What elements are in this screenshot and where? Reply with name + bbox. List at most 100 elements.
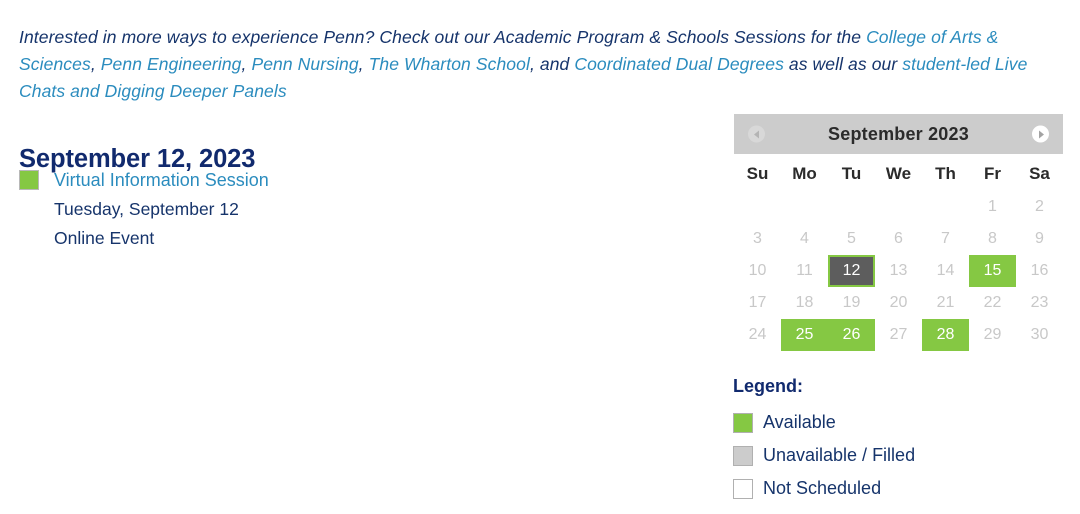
calendar-day-25[interactable]: 25: [781, 319, 828, 351]
calendar-day-label: 22: [983, 294, 1002, 311]
calendar-day-label: 12: [828, 255, 875, 287]
calendar-day-label: 11: [796, 262, 813, 279]
calendar-day-3: 3: [734, 223, 781, 255]
calendar-day-label: 5: [847, 230, 856, 247]
calendar-day-8: 8: [969, 223, 1016, 255]
calendar-day-label: [922, 191, 969, 223]
calendar-day-15[interactable]: 15: [969, 255, 1016, 287]
calendar-weekday-mo: Mo: [792, 163, 817, 183]
intro-text: , and: [529, 53, 575, 74]
legend-swatch-icon: [733, 412, 753, 433]
calendar-day-label: 13: [889, 262, 908, 279]
intro-link[interactable]: The Wharton School: [369, 54, 530, 74]
calendar-day-19: 19: [828, 287, 875, 319]
calendar-day-label: 17: [748, 294, 767, 311]
legend-item-label: Available: [763, 412, 836, 432]
calendar-week-row: 3 4 5 6 7 8 9: [734, 223, 1063, 255]
calendar-day-16: 16: [1016, 255, 1063, 287]
chevron-right-glyph: [1039, 130, 1044, 138]
calendar-day-21: 21: [922, 287, 969, 319]
calendar-day-22: 22: [969, 287, 1016, 319]
event-title-link[interactable]: Virtual Information Session: [54, 166, 659, 195]
calendar-day-label: 27: [889, 326, 908, 343]
calendar-day-label: 21: [936, 294, 955, 311]
chevron-left-glyph: [753, 130, 759, 138]
calendar-day-empty: [922, 191, 969, 223]
calendar-day-5: 5: [828, 223, 875, 255]
calendar-day-label: 16: [1030, 262, 1049, 279]
calendar-day-10: 10: [734, 255, 781, 287]
calendar-month-title: September 2023: [828, 123, 969, 144]
calendar-header: September 2023: [734, 114, 1063, 154]
calendar-weekday-row: Su Mo Tu We Th Fr Sa: [734, 156, 1063, 191]
calendar-weekday-su: Su: [746, 163, 769, 183]
calendar-grid: Su Mo Tu We Th Fr Sa 1 2 3 4 5 6 7 8 9 10 11 12 13 14 15 16 17…: [734, 156, 1063, 351]
calendar-day-9: 9: [1016, 223, 1063, 255]
calendar-week-row: 12: [734, 191, 1063, 223]
event-location: Online Event: [54, 228, 155, 248]
calendar-day-label: [781, 191, 828, 223]
list-item: Virtual Information Session Tuesday, Sept…: [19, 166, 659, 253]
calendar-day-28[interactable]: 28: [922, 319, 969, 351]
calendar-day-17: 17: [734, 287, 781, 319]
chevron-right-icon[interactable]: [1032, 125, 1049, 143]
intro-text: Interested in more ways to experience Pe…: [19, 26, 867, 47]
legend-item: Not Scheduled: [733, 472, 1063, 505]
event-date: Tuesday, September 12: [54, 199, 239, 219]
calendar-day-empty: [828, 191, 875, 223]
calendar-day-empty: [781, 191, 828, 223]
intro-link[interactable]: Penn Engineering: [101, 54, 242, 74]
availability-swatch-icon: [19, 170, 39, 190]
calendar-day-26[interactable]: 26: [828, 319, 875, 351]
calendar-week-row: 10 11 12 13 14 15 16: [734, 255, 1063, 287]
calendar-day-14: 14: [922, 255, 969, 287]
legend-item: Unavailable / Filled: [733, 439, 1063, 472]
calendar-weekday-sa: Sa: [1029, 163, 1050, 183]
calendar-day-4: 4: [781, 223, 828, 255]
calendar-day-20: 20: [875, 287, 922, 319]
legend-item-label: Unavailable / Filled: [763, 445, 916, 465]
chevron-left-icon[interactable]: [748, 125, 765, 143]
calendar-day-label: 7: [941, 230, 950, 247]
event-calendar-page: Interested in more ways to experience Pe…: [0, 0, 1080, 514]
calendar-day-label: 4: [800, 230, 809, 247]
legend-rows: Available Unavailable / Filled Not Schedul…: [733, 406, 1063, 505]
calendar-day-7: 7: [922, 223, 969, 255]
calendar-day-label: 15: [969, 255, 1016, 287]
calendar-weekday-th: Th: [935, 163, 956, 183]
calendar-day-label: 20: [889, 294, 908, 311]
calendar-weekday-we: We: [885, 163, 912, 183]
calendar-day-13: 13: [875, 255, 922, 287]
calendar-day-27: 27: [875, 319, 922, 351]
calendar-day-label: 25: [781, 319, 828, 351]
calendar-day-label: 3: [753, 230, 762, 247]
legend-title: Legend:: [733, 376, 803, 396]
calendar-day-label: [875, 191, 922, 223]
calendar-day-label: 19: [842, 294, 861, 311]
calendar-day-empty: [734, 191, 781, 223]
calendar-day-11: 11: [781, 255, 828, 287]
calendar-day-label: 10: [748, 262, 767, 279]
calendar-day-label: 29: [983, 326, 1002, 343]
calendar-day-6: 6: [875, 223, 922, 255]
calendar-day-29: 29: [969, 319, 1016, 351]
calendar-day-30: 30: [1016, 319, 1063, 351]
intro-text: ,: [241, 53, 252, 74]
calendar-day-18: 18: [781, 287, 828, 319]
calendar-day-label: 23: [1030, 294, 1049, 311]
intro-link[interactable]: Coordinated Dual Degrees: [574, 54, 784, 74]
event-list: Virtual Information Session Tuesday, Sept…: [19, 166, 659, 253]
calendar-day-24: 24: [734, 319, 781, 351]
intro-link[interactable]: Penn Nursing: [251, 54, 358, 74]
intro-text: ,: [358, 53, 369, 74]
calendar-day-label: 1: [988, 198, 997, 215]
calendar-day-label: 18: [795, 294, 814, 311]
calendar-day-label: 2: [1035, 198, 1044, 215]
calendar-day-12[interactable]: 12: [828, 255, 875, 287]
calendar-day-label: [734, 191, 781, 223]
legend-item-label: Not Scheduled: [763, 478, 882, 498]
calendar-day-label: 14: [936, 262, 955, 279]
intro-text: as well as our: [783, 53, 903, 74]
legend-swatch-icon: [733, 478, 753, 499]
legend-swatch-icon: [733, 445, 753, 466]
